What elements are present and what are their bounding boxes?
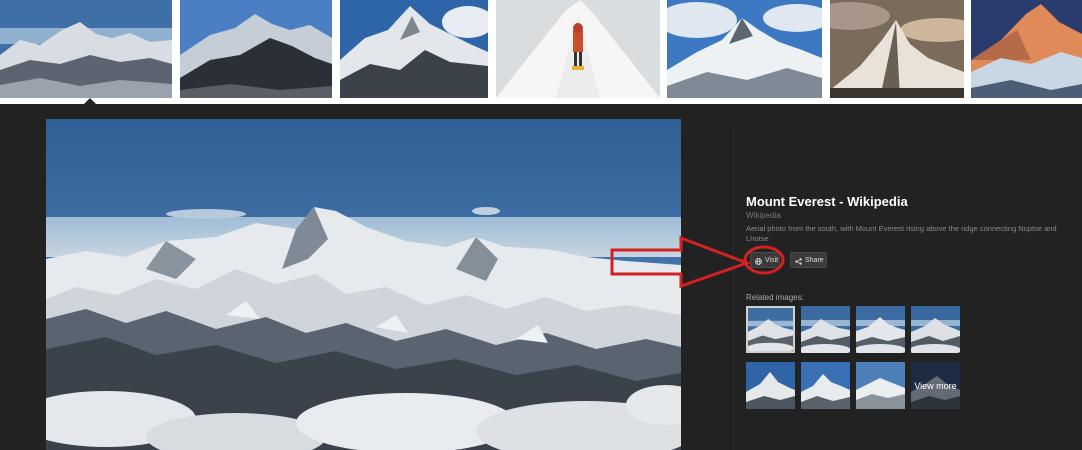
view-more-label: View more (911, 362, 960, 409)
related-image[interactable] (801, 306, 850, 353)
related-image[interactable] (856, 362, 905, 409)
result-thumbnail-5[interactable] (667, 0, 822, 98)
result-thumbnail-strip (0, 0, 1082, 104)
result-thumbnail-2[interactable] (180, 0, 332, 98)
result-thumbnail-4[interactable] (496, 0, 660, 98)
result-thumbnail-3[interactable] (340, 0, 488, 98)
related-image[interactable] (801, 362, 850, 409)
share-icon (795, 257, 802, 265)
share-button[interactable]: Share (790, 252, 827, 268)
related-image[interactable] (746, 306, 795, 353)
related-image[interactable] (856, 306, 905, 353)
result-thumbnail-1[interactable] (0, 0, 172, 98)
result-source[interactable]: Wikipedia (746, 211, 781, 220)
share-button-label: Share (805, 257, 824, 264)
visit-button[interactable]: Visit (750, 252, 780, 268)
related-image[interactable] (911, 306, 960, 353)
result-thumbnail-6[interactable] (830, 0, 964, 98)
related-image[interactable] (746, 362, 795, 409)
view-more-tile[interactable]: View more (911, 362, 960, 409)
visit-button-label: Visit (765, 257, 779, 264)
result-title[interactable]: Mount Everest - Wikipedia (746, 194, 908, 209)
image-preview-panel: Mount Everest - Wikipedia Wikipedia Aeri… (0, 104, 1082, 450)
main-preview-image[interactable] (46, 119, 681, 450)
globe-icon (755, 257, 762, 265)
related-images-label: Related images: (746, 293, 804, 302)
result-description: Aerial photo from the south, with Mount … (746, 224, 1057, 243)
panel-divider (733, 128, 734, 450)
result-thumbnail-7[interactable] (971, 0, 1082, 98)
